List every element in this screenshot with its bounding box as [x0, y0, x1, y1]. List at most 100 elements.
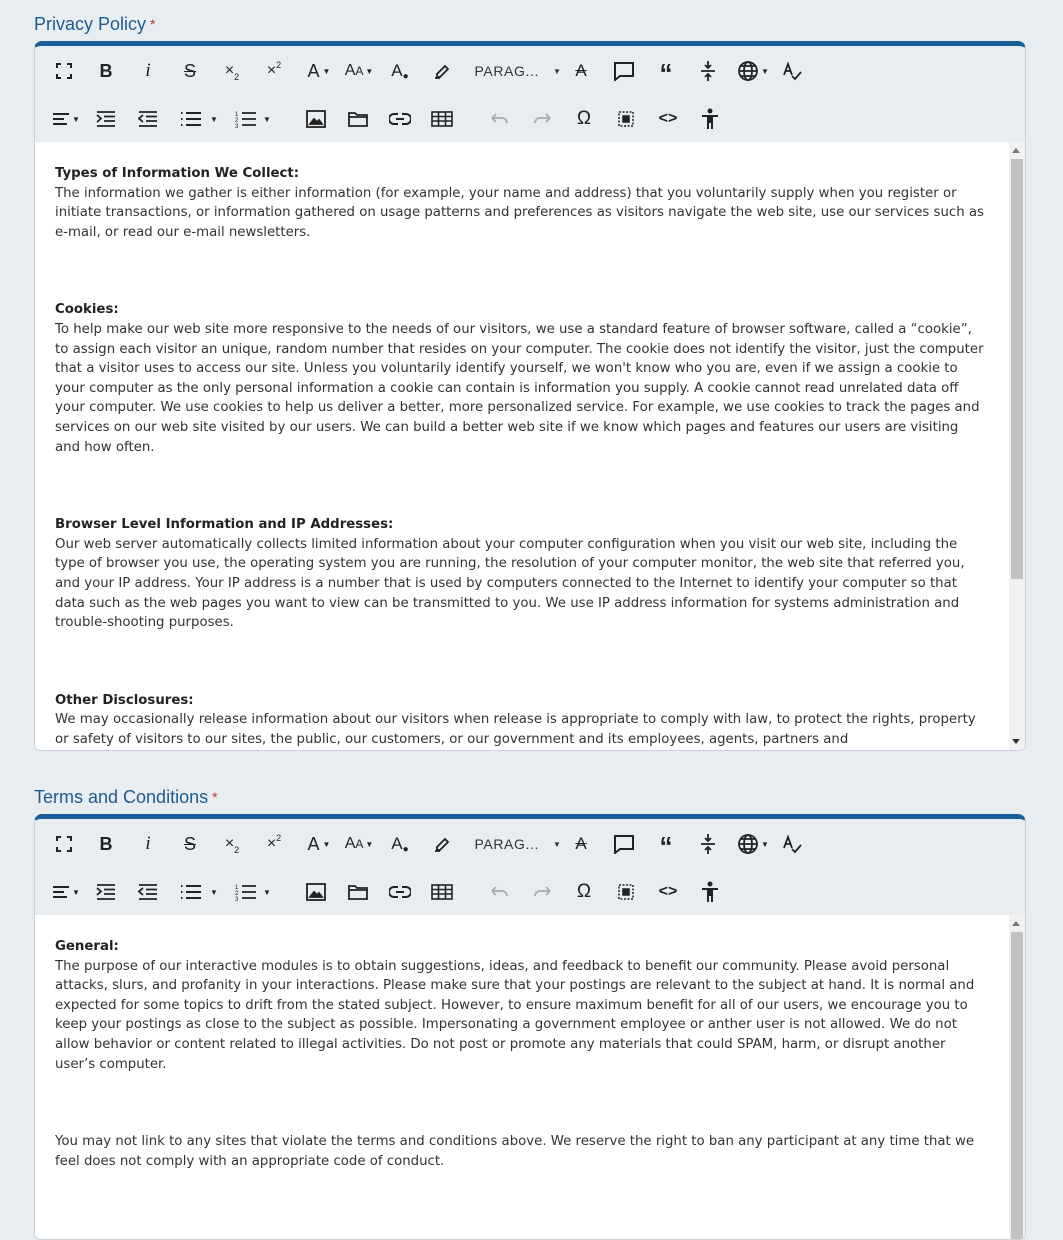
privacy-section: Browser Level Information and IP Address… — [55, 515, 987, 633]
superscript-icon[interactable]: × 2 — [261, 58, 287, 84]
link-icon[interactable] — [387, 106, 413, 132]
bullet-list-icon[interactable]: ▼ — [177, 879, 221, 905]
section-body: The information we gather is either info… — [55, 185, 984, 240]
spellcheck-icon[interactable] — [779, 58, 805, 84]
strikethrough-icon[interactable]: S — [177, 58, 203, 84]
source-code-icon[interactable]: <> — [655, 879, 681, 905]
font-color-icon[interactable]: A ● — [387, 58, 413, 84]
quote-icon[interactable]: “ — [653, 58, 679, 88]
spellcheck-icon[interactable] — [779, 831, 805, 857]
italic-icon[interactable]: i — [135, 58, 161, 84]
italic-icon[interactable]: i — [135, 831, 161, 857]
terms-and-conditions-field: Terms and Conditions * B i S × 2 × 2 A ▼ A A ▼… — [34, 786, 1026, 1240]
clear-formatting-icon[interactable]: A — [568, 58, 594, 84]
svg-text:3: 3 — [235, 897, 239, 901]
page-break-icon[interactable] — [695, 831, 721, 857]
section-heading: Cookies: — [55, 302, 119, 318]
table-icon[interactable] — [429, 879, 455, 905]
align-icon[interactable]: ▼ — [49, 106, 83, 132]
privacy-section: Types of Information We Collect: The info… — [55, 164, 987, 242]
font-color-icon[interactable]: A ● — [387, 831, 413, 857]
paragraph-format-dropdown[interactable]: PARAG... ▼ — [471, 58, 565, 84]
accessibility-icon[interactable] — [697, 879, 723, 905]
quote-icon[interactable]: “ — [653, 831, 679, 861]
privacy-policy-field: Privacy Policy * B i S × 2 × 2 A ▼ A A ▼ A ● PA… — [34, 13, 1026, 751]
indent-icon[interactable] — [93, 879, 119, 905]
indent-icon[interactable] — [93, 106, 119, 132]
comment-icon[interactable] — [611, 831, 637, 857]
redo-icon[interactable] — [529, 106, 555, 132]
comment-icon[interactable] — [611, 58, 637, 84]
font-size-icon[interactable]: A A ▼ — [341, 58, 377, 84]
undo-icon[interactable] — [487, 879, 513, 905]
select-all-icon[interactable] — [613, 879, 639, 905]
section-body: Our web server automatically collects li… — [55, 536, 965, 631]
scroll-up-icon[interactable] — [1012, 148, 1020, 153]
editor-content[interactable]: Types of Information We Collect: The info… — [35, 142, 1025, 750]
language-icon[interactable]: ▼ — [735, 58, 771, 84]
special-characters-icon[interactable]: Ω — [571, 879, 597, 905]
language-icon[interactable]: ▼ — [735, 831, 771, 857]
font-family-icon[interactable]: A ▼ — [303, 831, 335, 857]
scrollbar-thumb[interactable] — [1011, 932, 1023, 1239]
privacy-policy-editor: B i S × 2 × 2 A ▼ A A ▼ A ● PARAG... ▼ A “ ▼ ▼ … — [34, 41, 1026, 751]
folder-icon[interactable] — [345, 879, 371, 905]
special-characters-icon[interactable]: Ω — [571, 106, 597, 132]
align-icon[interactable]: ▼ — [49, 879, 83, 905]
svg-text:3: 3 — [235, 124, 239, 128]
privacy-policy-label: Privacy Policy * — [34, 14, 156, 34]
accessibility-icon[interactable] — [697, 106, 723, 132]
section-heading: General: — [55, 939, 119, 954]
outdent-icon[interactable] — [135, 879, 161, 905]
numbered-list-icon[interactable]: 1 2 3 ▼ — [231, 106, 275, 132]
fullscreen-icon[interactable] — [51, 831, 77, 857]
scrollbar-thumb[interactable] — [1011, 159, 1023, 579]
clear-formatting-icon[interactable]: A — [568, 831, 594, 857]
image-icon[interactable] — [303, 106, 329, 132]
select-all-icon[interactable] — [613, 106, 639, 132]
fullscreen-icon[interactable] — [51, 58, 77, 84]
terms-section: General: The purpose of our interactive m… — [55, 937, 987, 1074]
table-icon[interactable] — [429, 106, 455, 132]
privacy-section: Cookies: To help make our web site more r… — [55, 300, 987, 457]
superscript-icon[interactable]: × 2 — [261, 831, 287, 857]
editor-content[interactable]: General: The purpose of our interactive m… — [35, 915, 1025, 1239]
subscript-icon[interactable]: × 2 — [219, 58, 245, 84]
scroll-up-icon[interactable] — [1012, 921, 1020, 926]
section-body: To help make our web site more responsiv… — [55, 321, 984, 455]
vertical-scrollbar[interactable] — [1009, 915, 1025, 1239]
undo-icon[interactable] — [487, 106, 513, 132]
bullet-list-icon[interactable]: ▼ — [177, 106, 221, 132]
terms-and-conditions-label: Terms and Conditions * — [34, 787, 218, 807]
bold-icon[interactable]: B — [93, 58, 119, 84]
font-size-icon[interactable]: A A ▼ — [341, 831, 377, 857]
numbered-list-icon[interactable]: 1 2 3 ▼ — [231, 879, 275, 905]
subscript-icon[interactable]: × 2 — [219, 831, 245, 857]
image-icon[interactable] — [303, 879, 329, 905]
terms-section: You may not link to any sites that viola… — [55, 1132, 987, 1171]
section-body: The purpose of our interactive modules i… — [55, 958, 975, 1072]
section-body: You may not link to any sites that viola… — [55, 1134, 975, 1169]
strikethrough-icon[interactable]: S — [177, 831, 203, 857]
highlight-icon[interactable] — [429, 831, 455, 857]
paragraph-format-dropdown[interactable]: PARAG... ▼ — [471, 831, 565, 857]
highlight-icon[interactable] — [429, 58, 455, 84]
editor-toolbar: B i S × 2 × 2 A ▼ A A ▼ A ● PARAG... ▼ A “ ▼ ▼ … — [35, 46, 1025, 142]
vertical-scrollbar[interactable] — [1009, 142, 1025, 750]
section-body: We may occasionally release information … — [55, 712, 976, 747]
privacy-section: Other Disclosures: We may occasionally re… — [55, 691, 987, 750]
font-family-icon[interactable]: A ▼ — [303, 58, 335, 84]
link-icon[interactable] — [387, 879, 413, 905]
section-heading: Browser Level Information and IP Address… — [55, 517, 394, 533]
required-asterisk: * — [150, 16, 156, 32]
terms-and-conditions-editor: B i S × 2 × 2 A ▼ A A ▼ A ● PARAG... ▼ A “ ▼ ▼ … — [34, 814, 1026, 1240]
outdent-icon[interactable] — [135, 106, 161, 132]
source-code-icon[interactable]: <> — [655, 106, 681, 132]
bold-icon[interactable]: B — [93, 831, 119, 857]
required-asterisk: * — [212, 789, 218, 805]
redo-icon[interactable] — [529, 879, 555, 905]
scroll-down-icon[interactable] — [1012, 739, 1020, 744]
page-break-icon[interactable] — [695, 58, 721, 84]
editor-toolbar: B i S × 2 × 2 A ▼ A A ▼ A ● PARAG... ▼ A “ ▼ ▼ … — [35, 819, 1025, 915]
folder-icon[interactable] — [345, 106, 371, 132]
